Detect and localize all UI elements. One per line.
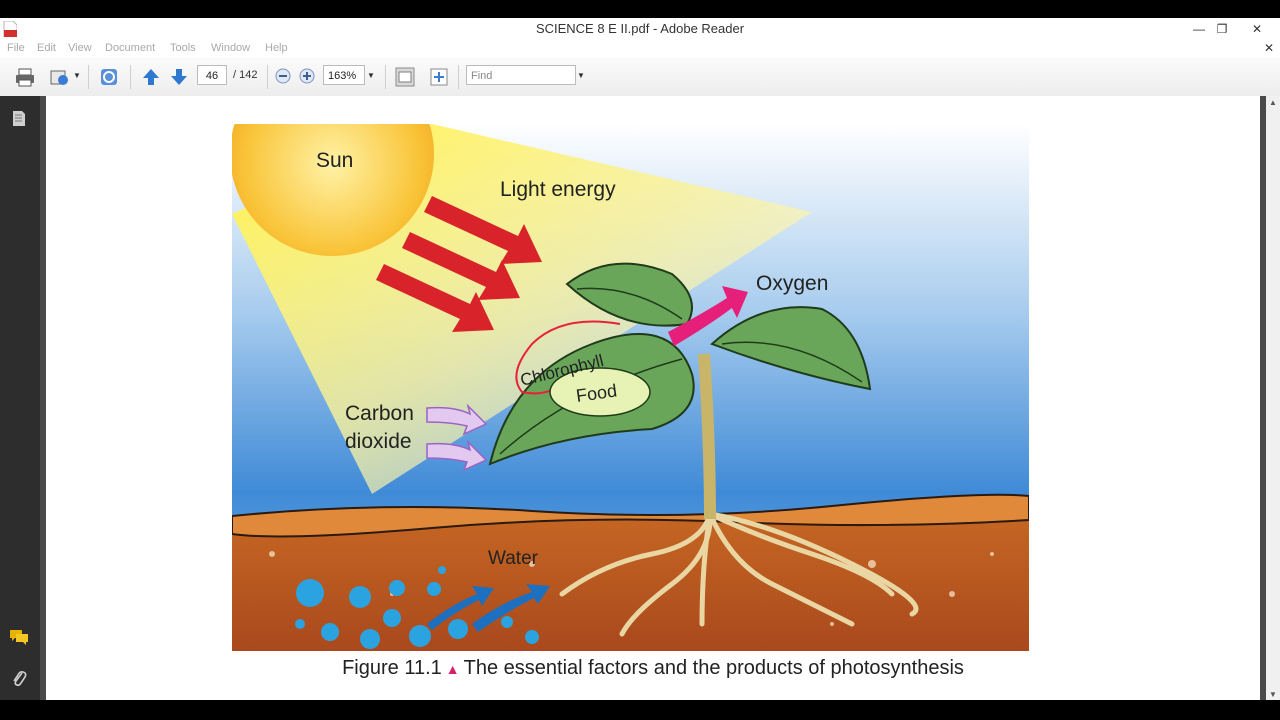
document-viewport: Sun Light energy Oxygen Chlorophyll Food… <box>40 96 1266 700</box>
label-oxygen: Oxygen <box>756 272 828 295</box>
find-dropdown-icon[interactable]: ▼ <box>577 71 585 80</box>
close-button[interactable]: ✕ <box>1246 20 1268 38</box>
photosynthesis-figure: Sun Light energy Oxygen Chlorophyll Food… <box>232 124 1029 651</box>
previous-page-icon[interactable] <box>140 66 162 88</box>
attachments-icon[interactable] <box>10 668 28 690</box>
label-water: Water <box>488 548 539 569</box>
scroll-up-icon[interactable]: ▲ <box>1269 98 1277 107</box>
share-icon[interactable] <box>48 66 70 88</box>
zoom-level-input[interactable]: 163% <box>323 65 365 85</box>
toolbar-separator <box>267 65 268 89</box>
window-title: SCIENCE 8 E II.pdf - Adobe Reader <box>535 21 745 36</box>
menu-help[interactable]: Help <box>265 42 288 54</box>
label-light-energy: Light energy <box>500 178 616 201</box>
zoom-dropdown-icon[interactable]: ▼ <box>367 71 375 80</box>
figure-caption: Figure 11.1 ▲ The essential factors and th… <box>46 657 1260 680</box>
page-total: / 142 <box>233 69 258 81</box>
fit-page-icon[interactable] <box>394 66 416 88</box>
caption-figure-number: Figure 11.1 <box>342 657 442 679</box>
caption-triangle-icon: ▲ <box>445 661 460 677</box>
menu-file[interactable]: File <box>7 42 25 54</box>
label-sun: Sun <box>316 149 353 172</box>
document-close-icon[interactable]: ✕ <box>1264 41 1274 55</box>
toolbar: ▼ 46 / 142 163% ▼ Find ▼ <box>0 58 1280 97</box>
zoom-out-icon[interactable] <box>274 67 292 85</box>
next-page-icon[interactable] <box>168 66 190 88</box>
navigation-panel <box>0 96 40 700</box>
toolbar-separator <box>385 65 386 89</box>
fullscreen-icon[interactable] <box>428 66 450 88</box>
label-carbon: Carbon <box>345 402 414 425</box>
comments-icon[interactable] <box>8 628 30 646</box>
menu-tools[interactable]: Tools <box>170 42 196 54</box>
menu-edit[interactable]: Edit <box>37 42 56 54</box>
page-number-input[interactable]: 46 <box>197 65 227 85</box>
title-bar: SCIENCE 8 E II.pdf - Adobe Reader — ❐ ✕ <box>0 18 1280 40</box>
pages-panel-icon[interactable] <box>10 108 28 128</box>
minimize-button[interactable]: — <box>1188 20 1210 38</box>
print-icon[interactable] <box>14 66 36 88</box>
restore-button[interactable]: ❐ <box>1211 20 1233 38</box>
vertical-scrollbar[interactable]: ▲ ▼ <box>1266 96 1280 700</box>
label-dioxide: dioxide <box>345 430 412 453</box>
menu-window[interactable]: Window <box>211 42 250 54</box>
pdf-page: Sun Light energy Oxygen Chlorophyll Food… <box>46 96 1260 700</box>
menu-view[interactable]: View <box>68 42 92 54</box>
caption-text: The essential factors and the products o… <box>463 657 964 679</box>
menu-bar: File Edit View Document Tools Window Hel… <box>0 40 1280 58</box>
find-input[interactable]: Find <box>466 65 576 85</box>
scroll-down-icon[interactable]: ▼ <box>1269 690 1277 699</box>
menu-document[interactable]: Document <box>105 42 155 54</box>
sync-icon[interactable] <box>98 66 120 88</box>
zoom-in-icon[interactable] <box>298 67 316 85</box>
toolbar-separator <box>88 65 89 89</box>
share-dropdown-icon[interactable]: ▼ <box>73 71 81 80</box>
toolbar-separator <box>130 65 131 89</box>
toolbar-separator <box>458 65 459 89</box>
